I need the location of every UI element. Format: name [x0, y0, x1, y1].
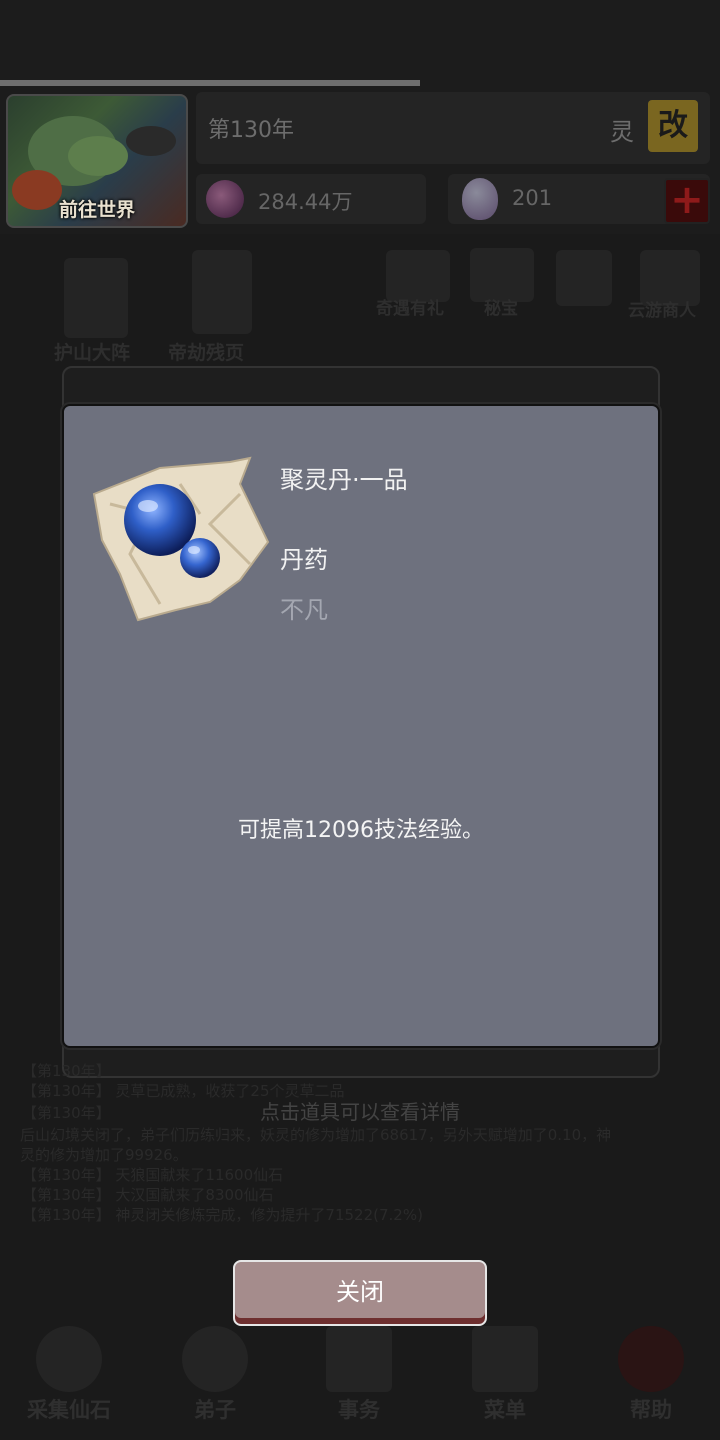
- world-button-label: 前往世界: [58, 199, 135, 221]
- nav-collect-stones[interactable]: 采集仙石: [14, 1320, 124, 1430]
- spirit-stone-icon: [206, 180, 244, 218]
- progress-track: [0, 80, 420, 86]
- item-description: 可提高12096技法经验。: [238, 818, 484, 843]
- mountain-array-icon: [64, 258, 128, 338]
- disciple-icon: [182, 1326, 248, 1392]
- log-line: 【第130年】 天狼国献来了11600仙石: [22, 1166, 284, 1184]
- log-line: 后山幻境关闭了，弟子们历练归来，妖灵的修为增加了68617，另外天赋增加了0.1…: [20, 1126, 612, 1144]
- nav-menu[interactable]: 菜单: [450, 1320, 560, 1430]
- blue-pill-on-cloth-icon: [90, 454, 270, 624]
- nav-disciples[interactable]: 弟子: [160, 1320, 270, 1430]
- add-button[interactable]: +: [664, 178, 710, 224]
- gift-icon: [556, 250, 612, 306]
- nav-label: 事务: [338, 1398, 380, 1422]
- menu-label-encounter: 奇遇有礼: [376, 299, 444, 319]
- scroll-icon: [192, 250, 252, 334]
- nav-help[interactable]: 帮助: [596, 1320, 706, 1430]
- nav-label: 采集仙石: [27, 1398, 111, 1422]
- help-icon: [618, 1326, 684, 1392]
- grid-menu-icon: [472, 1326, 538, 1392]
- menu-label-scroll: 帝劫残页: [168, 342, 245, 364]
- menu-label-treasure: 秘宝: [484, 299, 518, 319]
- rename-button[interactable]: 改: [648, 100, 698, 152]
- nav-label: 菜单: [484, 1398, 526, 1422]
- nav-affairs[interactable]: 事务: [304, 1320, 414, 1430]
- pickaxe-icon: [36, 1326, 102, 1392]
- item-name: 聚灵丹·一品: [280, 466, 408, 494]
- spirit-label: 灵: [610, 118, 634, 146]
- eggs-value: 201: [512, 186, 553, 210]
- close-button[interactable]: 关闭: [233, 1260, 487, 1326]
- inventory-hint: 点击道具可以查看详情: [260, 1100, 460, 1124]
- document-icon: [326, 1326, 392, 1392]
- item-type: 丹药: [280, 546, 328, 574]
- nav-label: 弟子: [194, 1398, 236, 1422]
- menu-label-merchant: 云游商人: [628, 301, 696, 321]
- stones-value: 284.44万: [258, 190, 353, 214]
- item-rarity: 不凡: [280, 596, 328, 624]
- nav-label: 帮助: [630, 1398, 672, 1422]
- world-map-button[interactable]: 前往世界: [6, 94, 188, 228]
- log-line: 【第130年】 大汉国献来了8300仙石: [22, 1186, 274, 1204]
- log-line: 【第130年】: [22, 1062, 111, 1080]
- egg-icon: [462, 178, 498, 220]
- log-line: 灵的修为增加了99926。: [20, 1146, 188, 1164]
- year-label: 第130年: [208, 118, 294, 143]
- menu-label-array: 护山大阵: [54, 342, 131, 364]
- log-line: 【第130年】 神灵闭关修炼完成，修为提升了71522(7.2%): [22, 1206, 423, 1224]
